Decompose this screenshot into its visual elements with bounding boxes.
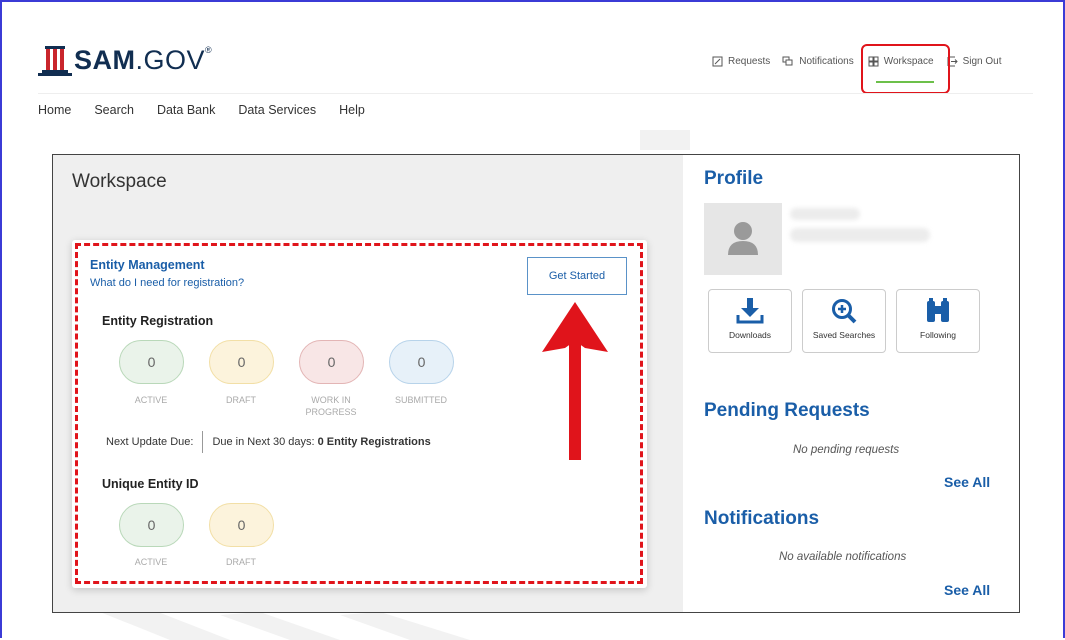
divider xyxy=(202,431,204,453)
page-title: Workspace xyxy=(72,171,167,192)
pending-requests-see-all[interactable]: See All xyxy=(944,474,990,490)
avatar[interactable] xyxy=(704,203,782,275)
notifications-see-all[interactable]: See All xyxy=(944,582,990,598)
nav-data-bank[interactable]: Data Bank xyxy=(157,103,215,117)
due-value: 0 Entity Registrations xyxy=(317,436,431,448)
saved-searches-label: Saved Searches xyxy=(812,330,876,340)
main-nav: Home Search Data Bank Data Services Help xyxy=(38,103,388,117)
requests-label: Requests xyxy=(728,56,771,67)
er-submitted-count[interactable]: 0 xyxy=(389,340,454,384)
er-draft-count[interactable]: 0 xyxy=(209,340,274,384)
due-prefix: Due in Next 30 days: xyxy=(212,436,315,448)
registration-help-link[interactable]: What do I need for registration? xyxy=(90,277,244,289)
er-submitted-label: SUBMITTED xyxy=(394,395,447,405)
pending-requests-empty: No pending requests xyxy=(793,444,900,456)
entity-management-title[interactable]: Entity Management xyxy=(90,258,205,272)
user-icon xyxy=(728,222,758,255)
download-icon xyxy=(736,298,764,324)
er-wip-count[interactable]: 0 xyxy=(299,340,364,384)
downloads-label: Downloads xyxy=(728,330,772,340)
profile-name-redacted xyxy=(790,208,860,220)
entity-registration-title: Entity Registration xyxy=(102,314,214,328)
notifications-empty: No available notifications xyxy=(779,551,907,563)
nav-home[interactable]: Home xyxy=(38,103,71,117)
nav-help[interactable]: Help xyxy=(339,103,365,117)
brand-mark: ® xyxy=(205,44,213,55)
er-wip-label: WORK IN PROGRESS xyxy=(305,395,357,417)
profile-email-redacted xyxy=(790,228,930,242)
following-button[interactable]: Following xyxy=(896,289,980,353)
binoculars-icon xyxy=(927,298,949,322)
notifications-label: Notifications xyxy=(799,56,854,67)
nav-search[interactable]: Search xyxy=(94,103,134,117)
red-arrow-annotation xyxy=(542,302,608,460)
get-started-button[interactable]: Get Started xyxy=(527,257,627,295)
brand-bold: SAM xyxy=(74,44,136,75)
notifications-title: Notifications xyxy=(704,508,820,529)
workspace-active-underline xyxy=(876,81,934,83)
notifications-link[interactable]: Notifications xyxy=(782,56,854,67)
ueid-active-count[interactable]: 0 xyxy=(119,503,184,547)
sign-out-link[interactable]: Sign Out xyxy=(946,56,1002,67)
nav-data-services[interactable]: Data Services xyxy=(238,103,316,117)
workspace-highlight-box xyxy=(861,44,950,94)
search-plus-icon xyxy=(832,299,857,324)
pending-requests-title: Pending Requests xyxy=(704,400,870,421)
header-divider xyxy=(38,93,1033,94)
profile-title: Profile xyxy=(704,168,764,189)
ueid-draft-label: DRAFT xyxy=(226,557,256,567)
ueid-active-label: ACTIVE xyxy=(134,557,168,567)
sign-out-label: Sign Out xyxy=(962,56,1002,67)
next-update-row: Next Update Due: Due in Next 30 days: 0 … xyxy=(106,431,431,453)
downloads-button[interactable]: Downloads xyxy=(708,289,792,353)
next-update-label: Next Update Due: xyxy=(106,436,194,448)
er-draft-label: DRAFT xyxy=(226,395,256,405)
uncle-sam-hat-icon xyxy=(38,46,72,76)
brand-rest: .GOV xyxy=(135,44,206,75)
unique-entity-id-title: Unique Entity ID xyxy=(102,477,199,491)
edit-icon xyxy=(712,56,723,67)
sam-logo[interactable]: SAM.GOV® xyxy=(38,44,212,76)
er-active-label: ACTIVE xyxy=(134,395,168,405)
chat-icon xyxy=(782,56,793,66)
following-label: Following xyxy=(920,330,956,340)
requests-link[interactable]: Requests xyxy=(712,56,770,67)
saved-searches-button[interactable]: Saved Searches xyxy=(802,289,886,353)
ueid-draft-count[interactable]: 0 xyxy=(209,503,274,547)
er-active-count[interactable]: 0 xyxy=(119,340,184,384)
